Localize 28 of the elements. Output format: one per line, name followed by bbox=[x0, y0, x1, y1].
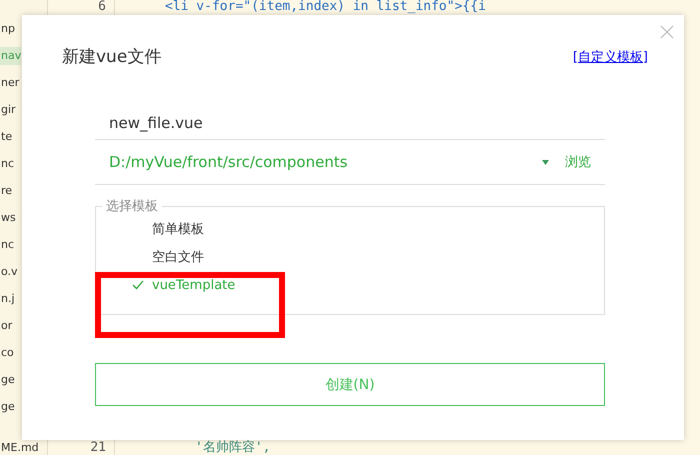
file-tree-item[interactable]: ner bbox=[0, 74, 20, 92]
file-tree-item[interactable]: te bbox=[0, 128, 12, 146]
check-icon bbox=[132, 280, 144, 290]
file-tree-item[interactable]: ge bbox=[0, 371, 15, 389]
file-tree-item[interactable]: gir bbox=[0, 101, 16, 119]
path-value: D:/myVue/front/src/components bbox=[109, 153, 349, 171]
file-tree-item[interactable]: nc bbox=[0, 236, 14, 254]
code-line: <li v-for="(item,index) in list_info">{{i bbox=[165, 0, 486, 14]
file-tree-item[interactable]: o.v bbox=[0, 263, 18, 281]
file-tree-item[interactable]: ws bbox=[0, 209, 16, 227]
line-number: 21 bbox=[90, 441, 106, 455]
template-option[interactable]: 简单模板 bbox=[132, 219, 204, 239]
file-tree-item[interactable]: co bbox=[0, 344, 14, 362]
template-group-legend: 选择模板 bbox=[102, 197, 162, 215]
file-tree-item[interactable]: re bbox=[0, 182, 12, 200]
code-line: '名帅阵容', bbox=[194, 441, 270, 455]
file-tree-item[interactable]: np bbox=[0, 20, 15, 38]
file-tree-item[interactable]: nc bbox=[0, 155, 14, 173]
close-icon[interactable] bbox=[660, 25, 674, 39]
caret-icon bbox=[542, 160, 549, 164]
file-tree-item[interactable]: ge bbox=[0, 398, 15, 416]
template-option[interactable]: 空白文件 bbox=[132, 247, 204, 267]
custom-template-link[interactable]: [自定义模板] bbox=[572, 48, 648, 66]
dialog-title: 新建vue文件 bbox=[62, 46, 162, 68]
line-number: 6 bbox=[98, 0, 106, 14]
file-tree-item[interactable]: or bbox=[0, 317, 12, 335]
file-tree-item[interactable]: ME.md bbox=[0, 441, 39, 455]
file-tree-item[interactable]: n.j bbox=[0, 290, 15, 308]
